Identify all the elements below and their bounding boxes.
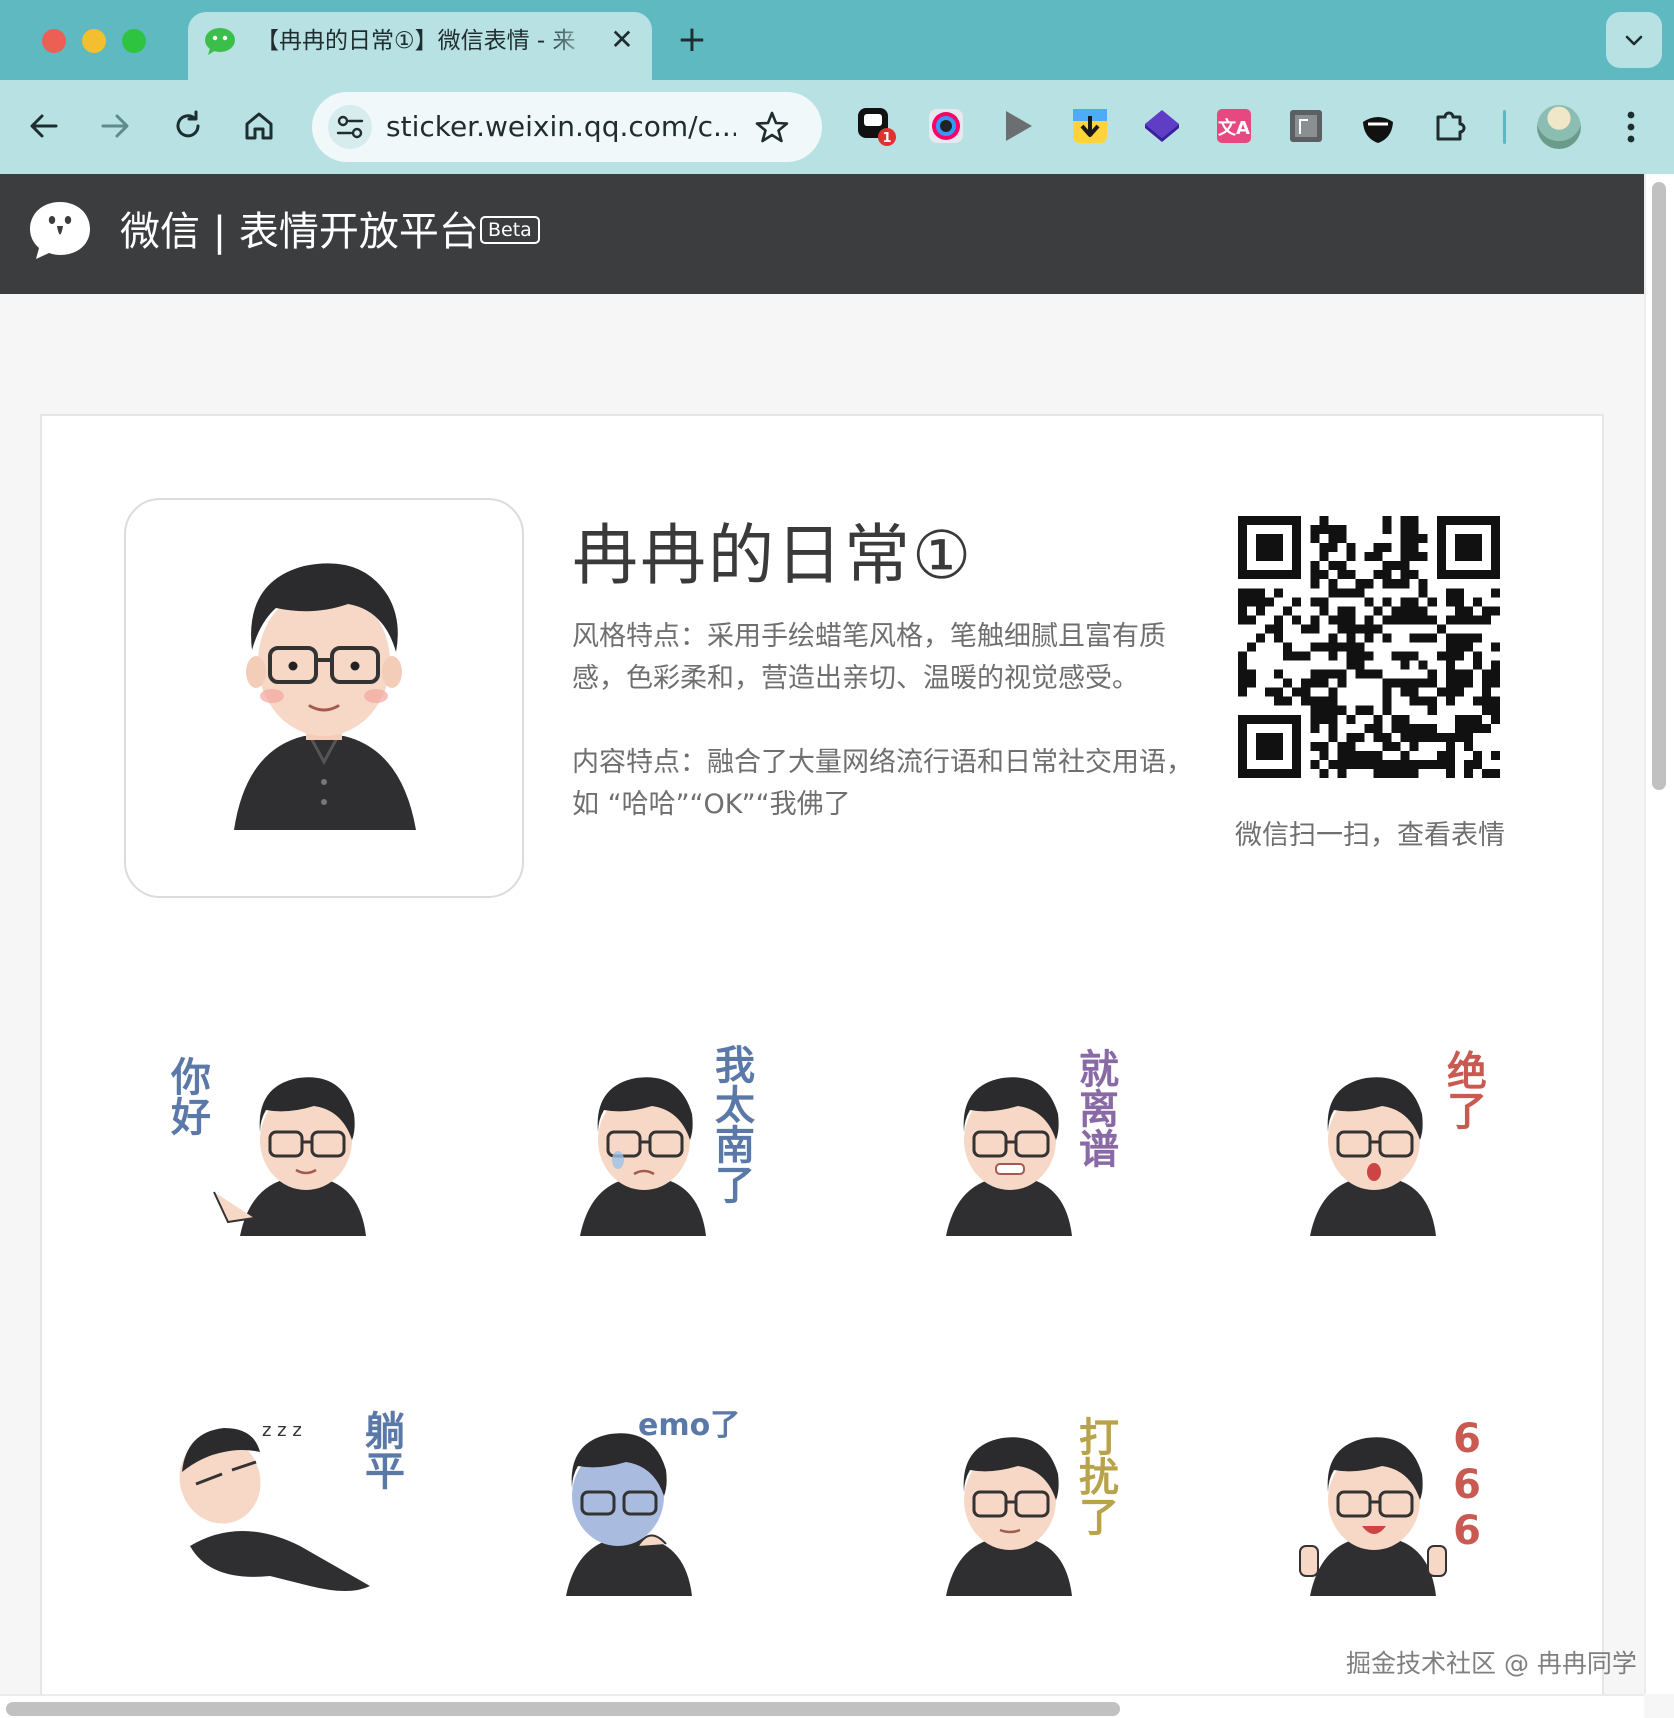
- new-tab-button[interactable]: +: [672, 20, 712, 60]
- sticker-item[interactable]: 就离谱: [906, 1036, 1126, 1256]
- pack-title: 冉冉的日常①: [572, 517, 974, 594]
- profile-avatar[interactable]: [1537, 105, 1581, 149]
- extension-7-icon[interactable]: [1286, 106, 1326, 146]
- style-description: 风格特点：采用手绘蜡笔风格，笔触细腻且富有质感，色彩柔和，营造出亲切、温暖的视觉…: [572, 621, 1166, 694]
- sticker-item[interactable]: 打扰了: [906, 1396, 1126, 1616]
- url-text[interactable]: sticker.weixin.qq.com/c...: [386, 109, 736, 145]
- wechat-sticker-logo-icon[interactable]: [26, 198, 94, 262]
- sticker-item[interactable]: 我太南了: [540, 1036, 760, 1256]
- beta-badge: Beta: [480, 216, 540, 244]
- tab-search-button[interactable]: [1606, 12, 1662, 68]
- sticker-label: 就离谱: [1072, 1048, 1118, 1168]
- sticker-label: 躺平: [358, 1410, 404, 1490]
- sticker-label: 绝了: [1440, 1050, 1486, 1130]
- translate-icon[interactable]: 文A: [1214, 106, 1254, 146]
- reload-icon[interactable]: [170, 108, 206, 144]
- back-arrow-icon[interactable]: [26, 108, 62, 144]
- sticker-label: 你好: [164, 1056, 210, 1136]
- chevron-down-icon: [1625, 35, 1643, 46]
- forward-arrow-icon[interactable]: [97, 108, 133, 144]
- sticker-label: emo了: [638, 1408, 741, 1443]
- site-brand-title[interactable]: 微信 | 表情开放平台: [120, 204, 479, 260]
- maximize-window-button[interactable]: [122, 29, 146, 53]
- extension-5-icon[interactable]: [1142, 106, 1182, 146]
- tab-title: 【冉冉的日常①】微信表情 - 来: [256, 28, 576, 54]
- sticker-item[interactable]: emo了: [526, 1396, 746, 1616]
- more-menu-icon[interactable]: [1616, 106, 1646, 148]
- extension-1-icon[interactable]: 1: [856, 106, 896, 146]
- sticker-label: 666: [1444, 1416, 1490, 1554]
- sticker-item[interactable]: 666: [1270, 1396, 1490, 1616]
- sticker-pack-card: 冉冉的日常① 风格特点：采用手绘蜡笔风格，笔触细腻且富有质感，色彩柔和，营造出亲…: [40, 414, 1604, 1718]
- browser-tab-bar: 【冉冉的日常①】微信表情 - 来 ✕ +: [0, 0, 1674, 80]
- sticker-item[interactable]: 你好: [164, 1036, 390, 1256]
- address-bar[interactable]: sticker.weixin.qq.com/c...: [312, 92, 822, 162]
- svg-text:z z z: z z z: [262, 1420, 302, 1441]
- puzzle-icon[interactable]: [1430, 106, 1470, 146]
- spy-extension-icon[interactable]: [1358, 106, 1398, 146]
- watermark: 掘金技术社区 @ 冉冉同学: [1346, 1649, 1637, 1678]
- toolbar-separator: [1503, 110, 1506, 144]
- tab-close-icon[interactable]: ✕: [604, 22, 640, 58]
- bookmark-star-icon[interactable]: [754, 109, 790, 145]
- home-icon[interactable]: [241, 108, 277, 144]
- site-info-button[interactable]: [328, 105, 372, 149]
- content-description: 内容特点：融合了大量网络流行语和日常社交用语，如 “哈哈”“OK”“我佛了: [572, 747, 1193, 820]
- sticker-item[interactable]: z z z 躺平: [150, 1396, 404, 1616]
- browser-tab-active[interactable]: 【冉冉的日常①】微信表情 - 来 ✕: [188, 12, 652, 80]
- page-viewport: 微信 | 表情开放平台 Beta 冉冉的日常① 风格特点：采用手绘蜡笔风格，笔触…: [0, 174, 1674, 1718]
- site-header: 微信 | 表情开放平台 Beta: [0, 174, 1644, 294]
- qr-code: [1238, 516, 1500, 778]
- avatar-illustration: [234, 563, 416, 830]
- minimize-window-button[interactable]: [82, 29, 106, 53]
- extension-2-icon[interactable]: [926, 106, 966, 146]
- pack-cover-image: [124, 498, 524, 898]
- extension-badge: 1: [882, 131, 891, 146]
- close-window-button[interactable]: [42, 29, 66, 53]
- pack-description: 风格特点：采用手绘蜡笔风格，笔触细腻且富有质感，色彩柔和，营造出亲切、温暖的视觉…: [572, 616, 1202, 826]
- sticker-label: 我太南了: [708, 1044, 754, 1204]
- sticker-character: z z z: [179, 1420, 370, 1591]
- sticker-label: 打扰了: [1072, 1416, 1118, 1536]
- vertical-scrollbar-thumb[interactable]: [1652, 182, 1666, 790]
- horizontal-scrollbar-thumb[interactable]: [6, 1702, 1120, 1716]
- extension-3-icon[interactable]: [998, 106, 1038, 146]
- extension-4-icon[interactable]: [1070, 106, 1110, 146]
- browser-toolbar: sticker.weixin.qq.com/c... 1 文A: [0, 80, 1674, 174]
- qr-caption: 微信扫一扫，查看表情: [1235, 820, 1505, 851]
- wechat-favicon-icon: [205, 28, 235, 55]
- tune-icon: [336, 115, 364, 139]
- sticker-item[interactable]: 绝了: [1270, 1036, 1490, 1256]
- translate-label: 文A: [1218, 117, 1250, 139]
